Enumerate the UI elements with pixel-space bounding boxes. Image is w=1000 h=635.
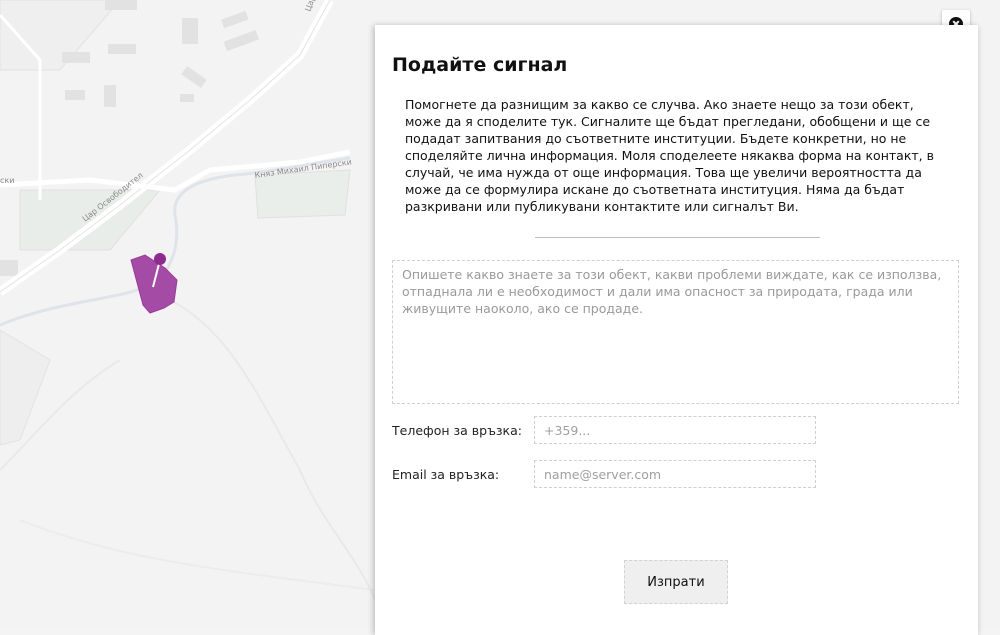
phone-label: Телефон за връзка: (392, 423, 522, 438)
phone-input[interactable] (534, 416, 816, 444)
divider (535, 237, 820, 238)
submit-button[interactable]: Изпрати (624, 560, 728, 604)
description-textarea[interactable] (392, 260, 959, 404)
dialog-title: Подайте сигнал (392, 54, 568, 76)
email-input[interactable] (534, 460, 816, 488)
road-label-partial: ски (0, 176, 14, 185)
email-label: Email за връзка: (392, 467, 500, 482)
dialog-intro-text: Помогнете да разнищим за какво се случва… (405, 97, 934, 214)
location-pin-icon[interactable] (154, 253, 166, 265)
report-dialog: Подайте сигнал Помогнете да разнищим за … (375, 25, 978, 635)
